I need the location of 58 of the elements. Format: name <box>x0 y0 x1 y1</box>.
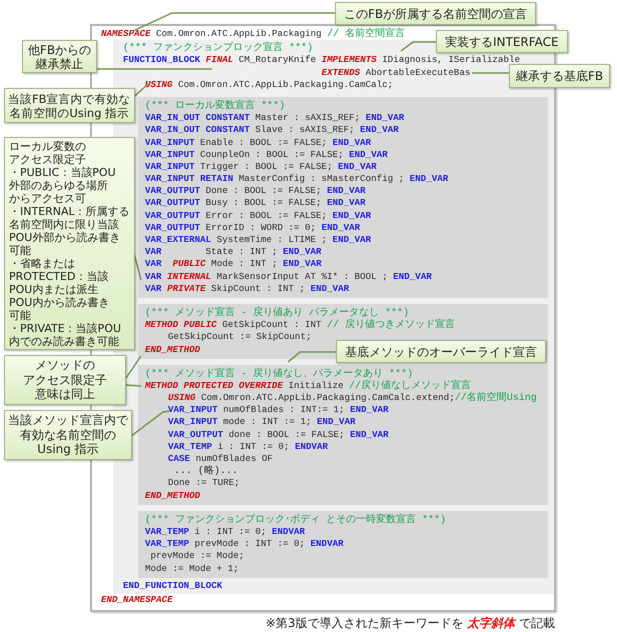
code-line: METHOD PUBLIC GetSkipCount : INT // 戻り値つきメソッド宣言 <box>145 319 455 332</box>
code-line: VAR_INPUT RETAIN MasterConfig : sMasterConfig ; END_VAR <box>145 173 448 186</box>
code-line: VAR_INPUT CounpleOn : BOOL := FALSE; END_VAR <box>145 148 388 161</box>
leader-line <box>125 356 142 378</box>
callout: ローカル変数の アクセス限定子 ・PUBLIC：当該POU 外部のあらゆる場所 からアクセス可 ・INTERNAL：所属する 名前空間内に限り当該 POU外部から読み書き 可能 ・省略または PROTECTED：当該 POU内または派生 POU内から読み書き 可能 ・PRIVATE：当該POU 内でのみ読み書き可能 <box>4 137 135 350</box>
code-line: VAR_OUTPUT Busy : BOOL := FALSE; END_VAR <box>145 197 366 210</box>
code-line: VAR_INPUT numOfBlades : INT:= 1; END_VAR <box>168 404 389 416</box>
code-line: Mode := Mode + 1; <box>145 562 239 575</box>
callout: メソッドの アクセス限定子 意味は同上 <box>4 355 126 405</box>
callout: 当該メソッド宣言内で 有効な名前空間の Using 指示 <box>4 410 132 460</box>
code-line: VAR_INPUT Enable : BOOL := FALSE; END_VAR <box>145 136 372 149</box>
callout: 当該FB宣言内で有効な 名前空間のUsing 指示 <box>4 88 135 123</box>
code-line: Done := TURE; <box>168 477 240 490</box>
footnote-text: ※第3版で導入された新キーワードを 太字斜体 で記載 <box>266 616 555 630</box>
code-line: VAR_OUTPUT ErrorID : WORD := 0; END_VAR <box>145 222 360 234</box>
code-line: VAR INTERNAL MarkSensorInput AT %I* : BOOL ; END_VAR <box>145 270 432 283</box>
code-line: END_METHOD <box>145 344 200 356</box>
leader-line <box>472 72 509 74</box>
code-line: VAR_TEMP i : INT := 0; ENDVAR <box>168 440 328 453</box>
leader-line <box>288 351 336 363</box>
code-line: VAR_OUTPUT Done : BOOL := FALSE; END_VAR <box>145 185 366 198</box>
code-line: VAR_OUTPUT Error : BOOL := FALSE; END_VAR <box>145 210 372 222</box>
code-line: (*** ファンクションブロック宣言 ***) <box>123 42 314 54</box>
code-line: VAR_TEMP prevMode : INT := 0; ENDVAR <box>145 538 344 550</box>
callout: 実装するINTERFACE <box>436 30 568 53</box>
code-line: VAR_INPUT mode : INT := 1; END_VAR <box>168 416 356 429</box>
code-line: CASE numOfBlades OF <box>168 453 273 465</box>
code-line: (*** メソッド宣言 - 戻り値あり パラメータなし ***) <box>145 306 410 319</box>
code-line: prevMode := Mode; <box>150 550 244 562</box>
code-line: EXTENDS AbortableExecuteBas <box>321 66 470 79</box>
code-line: FUNCTION_BLOCK FINAL CM_RotaryKnife IMPLEMENTS IDiagnosis, ISerializable <box>123 54 520 67</box>
code-line: VAR_OUTPUT done : BOOL := FALSE; END_VAR <box>168 428 389 441</box>
code-line: END_FUNCTION_BLOCK <box>123 580 222 592</box>
code-line: END_METHOD <box>145 490 200 502</box>
code-line: VAR PUBLIC Mode : INT ; END_VAR <box>145 258 322 271</box>
code-line: (*** ファンクションブロック･ボディ とその一時変数宣言 ***) <box>145 514 446 526</box>
code-line: (*** メソッド宣言 - 戻り値なし、パラメータあり ***) <box>145 368 414 380</box>
code-line: VAR_IN_OUT CONSTANT Slave : sAXIS_REF; END_VAR <box>145 124 399 136</box>
code-line: VAR_INPUT Trigger : BOOL := FALSE; END_VAR <box>145 160 377 174</box>
code-line: END_NAMESPACE <box>101 594 173 606</box>
callout: 基底メソッドのオーバーライド宣言 <box>336 340 546 363</box>
code-line: USING Com.Omron.ATC.AppLib.Packaging.CamCalc.extend;//名前空間Using <box>168 392 537 404</box>
callout: このFBが所属する名前空間の宣言 <box>335 2 536 25</box>
callout: 継承する基底FB <box>509 64 610 88</box>
code-line: NAMESPACE Com.Omron.ATC.AppLib.Packaging // 名前空間宣言 <box>101 28 406 40</box>
code-line: VAR_TEMP i : INT := 0; ENDVAR <box>145 526 305 538</box>
code-line: ... (略)... <box>173 465 238 478</box>
code-line: VAR State : INT ; END_VAR <box>145 246 322 258</box>
code-line: VAR_IN_OUT CONSTANT Master : sAXIS_REF; END_VAR <box>145 112 404 124</box>
callout: 他FBからの 継承禁止 <box>22 40 97 73</box>
code-line: METHOD PROTECTED OVERRIDE Initialize //戻り値なしメソッド宣言 <box>145 380 472 392</box>
leader-line <box>400 41 436 52</box>
leader-line <box>126 384 142 387</box>
code-line: VAR PRIVATE SkipCount : INT ; END_VAR <box>145 282 350 295</box>
code-line: GetSkipCount := SkipCount; <box>168 331 312 344</box>
code-line: VAR_EXTERNAL SystemTime : LTIME ; END_VAR <box>145 234 372 246</box>
code-line: USING Com.Omron.ATC.AppLib.Packaging.CamCalc; <box>145 78 394 91</box>
code-line: (*** ローカル変数宣言 ***) <box>145 100 286 112</box>
